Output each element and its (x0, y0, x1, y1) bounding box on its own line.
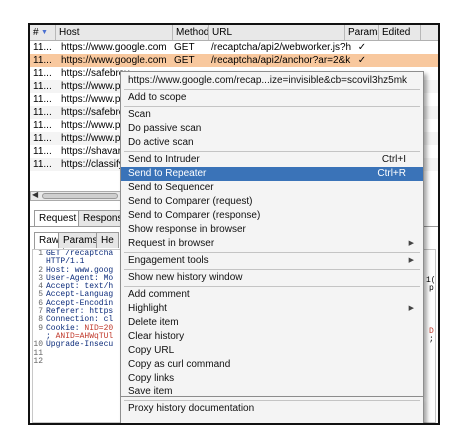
submenu-arrow-icon: ▶ (408, 257, 414, 264)
sort-descending-icon: ▼ (41, 29, 48, 36)
menu-item-comparer-response[interactable]: Send to Comparer (response) (121, 209, 423, 223)
menu-item-label: Send to Intruder (128, 154, 200, 165)
menu-item-proxy-history-docs[interactable]: Proxy history documentation (121, 402, 423, 416)
context-menu-footer: Save item Proxy history documentation (120, 386, 424, 423)
row-number: 11... (33, 42, 52, 53)
menu-separator (124, 106, 420, 107)
menu-item-label: Request in browser (128, 238, 215, 249)
scrollbar-thumb[interactable] (42, 193, 118, 199)
row-host: https://www.google.com (61, 55, 167, 66)
submenu-arrow-icon: ▶ (408, 305, 414, 312)
shortcut-label: Ctrl+I (381, 154, 406, 165)
menu-separator (124, 151, 420, 152)
column-header-url[interactable]: URL (209, 25, 345, 40)
menu-separator (124, 252, 420, 253)
menu-item-highlight[interactable]: Highlight ▶ (121, 302, 423, 316)
history-table-header: # ▼ Host Method URL Params Edited (30, 25, 438, 41)
menu-item-comparer-request[interactable]: Send to Comparer (request) (121, 195, 423, 209)
menu-item-show-response-in-browser[interactable]: Show response in browser (121, 223, 423, 237)
menu-item-copy-links[interactable]: Copy links (121, 372, 423, 386)
burp-proxy-history-window: # ▼ Host Method URL Params Edited 11... … (28, 23, 440, 425)
row-number: 11... (33, 68, 52, 79)
row-number: 11... (33, 94, 52, 105)
shortcut-label: Ctrl+R (377, 168, 406, 179)
column-header-params[interactable]: Params (345, 25, 379, 40)
line-number: 9 (38, 323, 43, 333)
row-url: /recaptcha/api2/anchor?ar=2&k... (211, 55, 351, 66)
menu-item-label: Send to Repeater (128, 168, 207, 179)
menu-item-engagement-tools[interactable]: Engagement tools ▶ (121, 254, 423, 268)
submenu-arrow-icon: ▶ (408, 240, 414, 247)
menu-item-send-to-sequencer[interactable]: Send to Sequencer (121, 181, 423, 195)
row-number: 11... (33, 107, 52, 118)
menu-separator (124, 89, 420, 90)
menu-item-save-item[interactable]: Save item (121, 385, 423, 399)
row-url: /recaptcha/api2/webworker.js?hl... (211, 42, 351, 53)
row-number: 11... (33, 120, 52, 131)
scroll-left-icon[interactable]: ◀ (32, 190, 38, 199)
line-number: 12 (33, 356, 43, 366)
column-header-host[interactable]: Host (56, 25, 173, 40)
menu-item-add-comment[interactable]: Add comment (121, 288, 423, 302)
menu-separator (124, 400, 420, 401)
editor-overflow-text: ; (429, 335, 434, 344)
row-number: 11... (33, 146, 52, 157)
table-row-selected[interactable]: 11... https://www.google.com GET /recapt… (30, 54, 438, 67)
params-check-icon: ✓ (357, 55, 367, 66)
menu-item-request-in-browser[interactable]: Request in browser ▶ (121, 237, 423, 251)
menu-item-new-history-window[interactable]: Show new history window (121, 271, 423, 285)
row-method: GET (174, 42, 195, 53)
menu-item-add-to-scope[interactable]: Add to scope (121, 91, 423, 105)
row-host: https://www.google.com (61, 42, 167, 53)
row-number: 11... (33, 81, 52, 92)
row-method: GET (174, 55, 195, 66)
tab-request[interactable]: Request (34, 210, 82, 227)
column-label-number: # (33, 27, 39, 38)
column-header-method[interactable]: Method (173, 25, 209, 40)
row-number: 11... (33, 55, 52, 66)
line-number: 1 (38, 249, 43, 258)
menu-item-copy-as-curl[interactable]: Copy as curl command (121, 358, 423, 372)
row-number: 11... (33, 159, 52, 170)
column-header-edited[interactable]: Edited (379, 25, 421, 40)
tab-headers[interactable]: He (96, 232, 119, 248)
menu-separator (124, 269, 420, 270)
menu-item-request-url[interactable]: https://www.google.com/recap...ize=invis… (121, 74, 423, 88)
menu-item-passive-scan[interactable]: Do passive scan (121, 122, 423, 136)
menu-item-send-to-intruder[interactable]: Send to Intruder Ctrl+I (121, 153, 423, 167)
menu-item-scan[interactable]: Scan (121, 108, 423, 122)
menu-item-copy-url[interactable]: Copy URL (121, 344, 423, 358)
menu-item-delete-item[interactable]: Delete item (121, 316, 423, 330)
menu-item-clear-history[interactable]: Clear history (121, 330, 423, 344)
params-check-icon: ✓ (357, 42, 367, 53)
menu-item-send-to-repeater[interactable]: Send to Repeater Ctrl+R (121, 167, 423, 181)
editor-overflow-text: p (429, 284, 434, 293)
menu-item-label: Engagement tools (128, 255, 209, 266)
menu-item-label: Highlight (128, 303, 167, 314)
header-upgrade-insecure: Upgrade-Insecu (46, 340, 114, 350)
menu-item-active-scan[interactable]: Do active scan (121, 136, 423, 150)
table-row[interactable]: 11... https://www.google.com GET /recapt… (30, 41, 438, 54)
context-menu: https://www.google.com/recap...ize=invis… (120, 71, 424, 397)
menu-separator (124, 286, 420, 287)
row-number: 11... (33, 133, 52, 144)
horizontal-scrollbar[interactable]: ◀ (30, 190, 124, 201)
column-header-number[interactable]: # ▼ (30, 25, 56, 40)
